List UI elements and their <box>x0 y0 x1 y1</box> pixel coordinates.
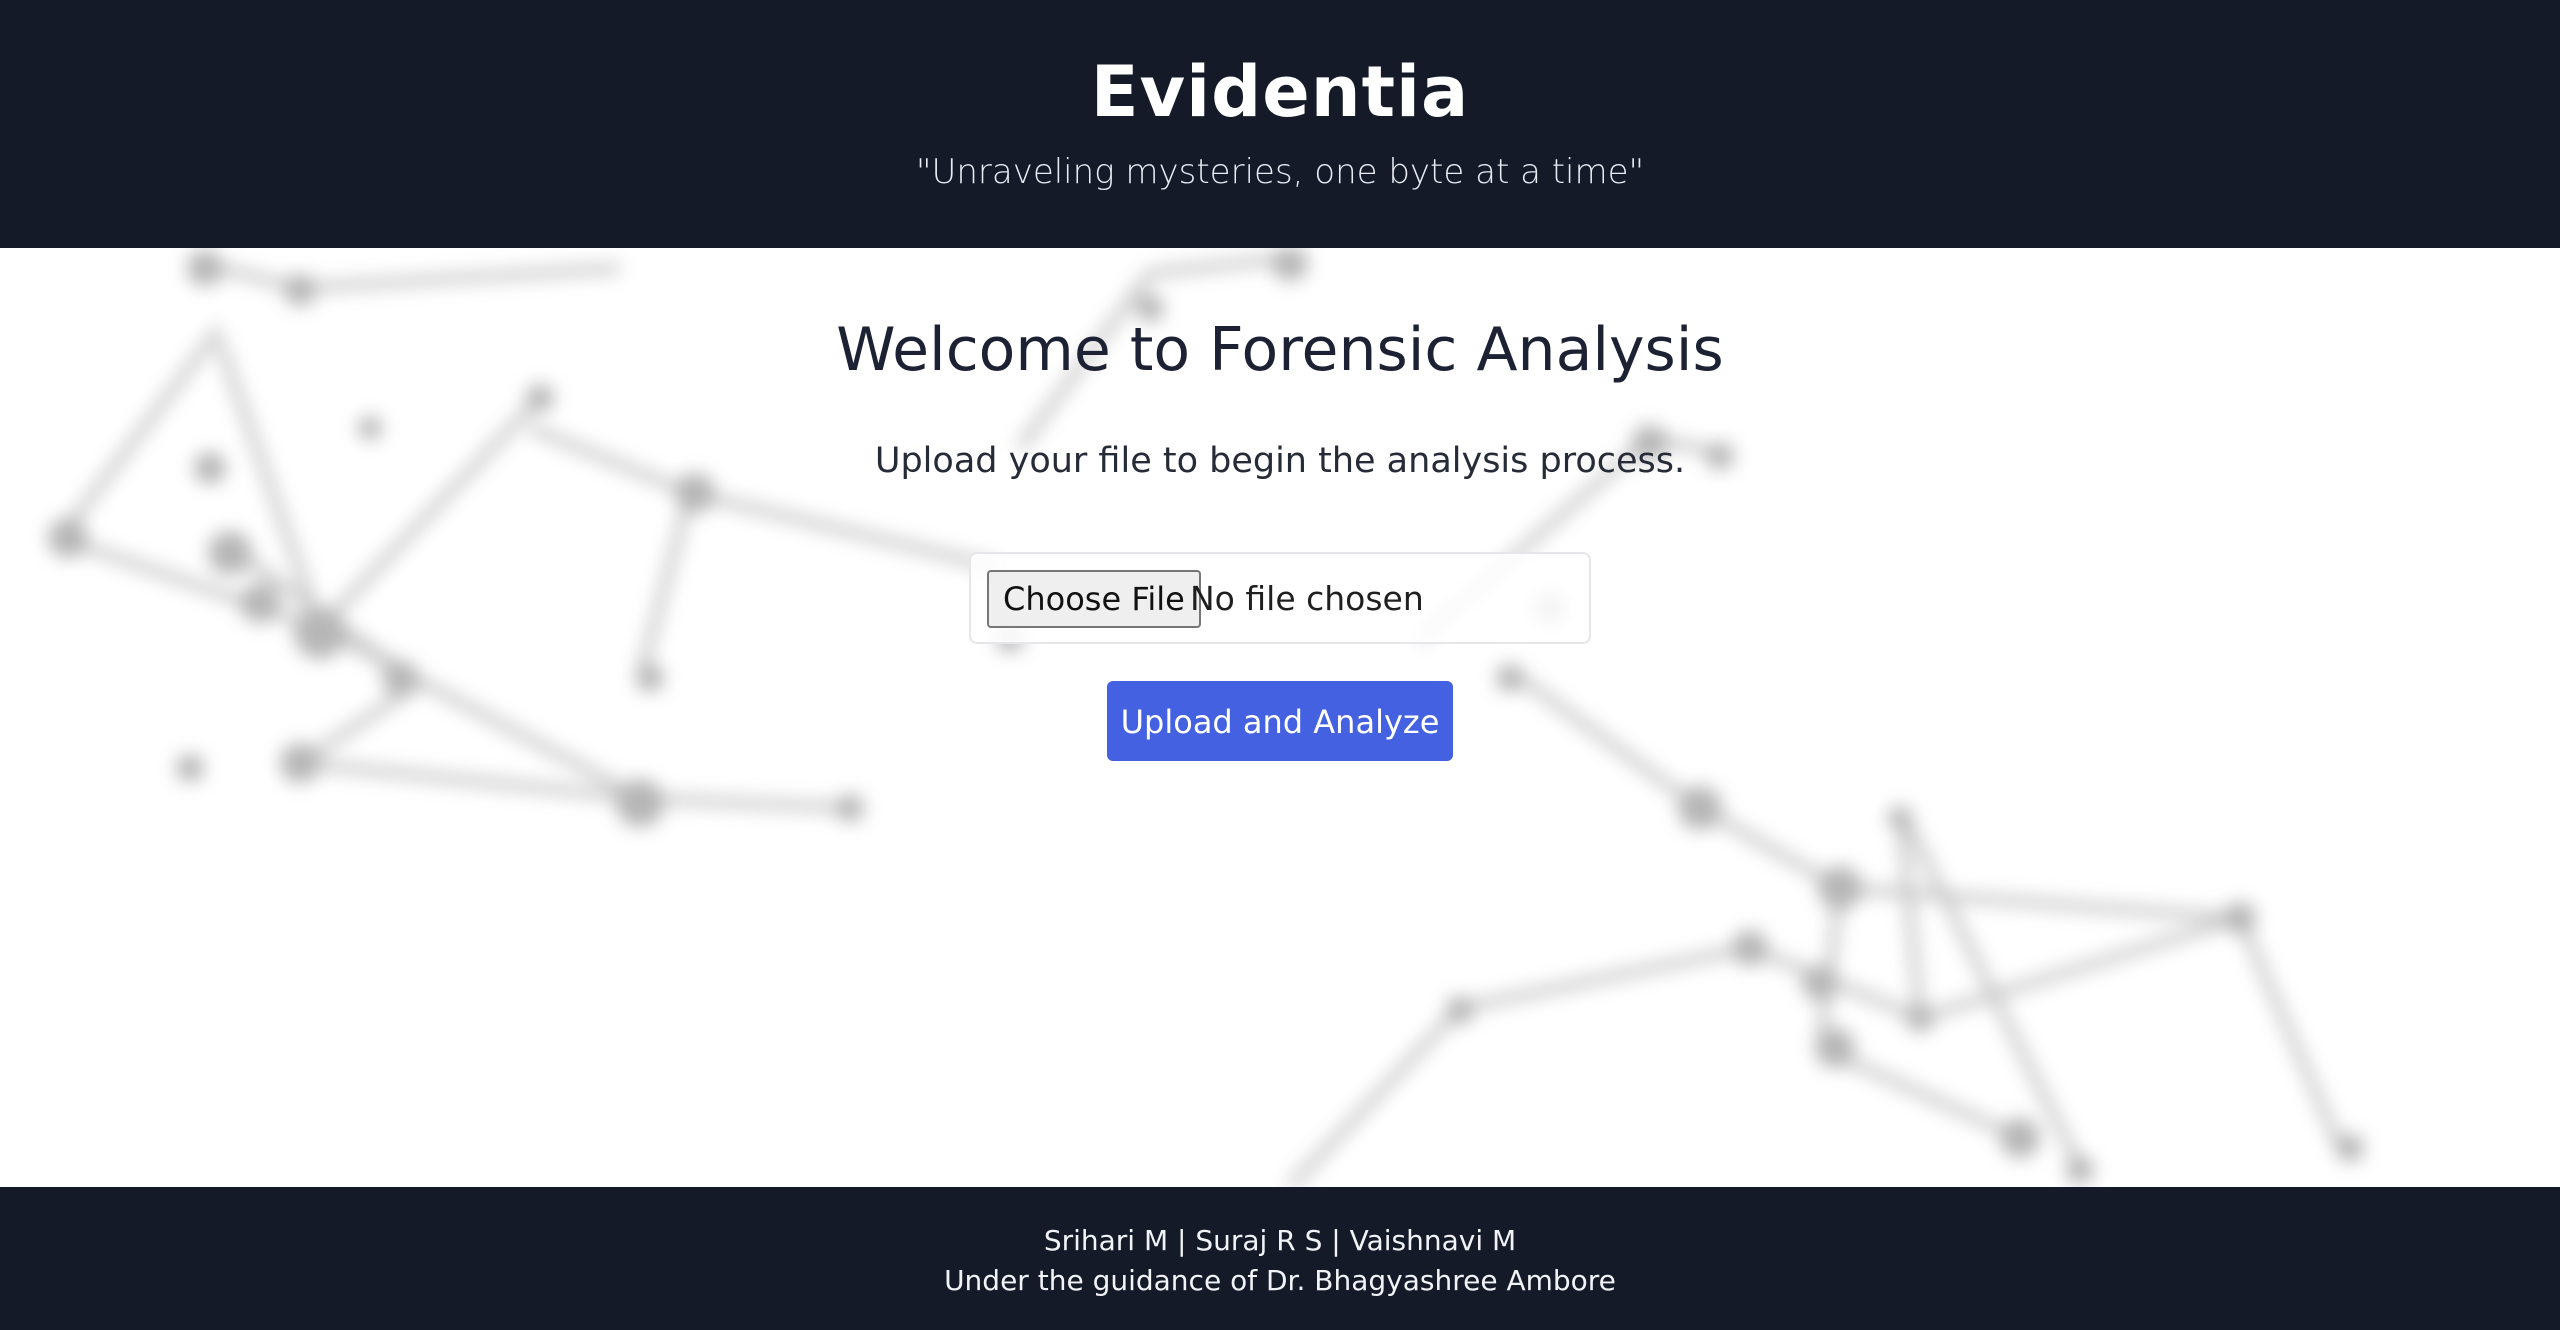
page-title: Welcome to Forensic Analysis <box>836 315 1724 385</box>
tagline: "Unraveling mysteries, one byte at a tim… <box>915 152 1645 192</box>
upload-panel: Welcome to Forensic Analysis Upload your… <box>0 248 2560 1187</box>
authors-text: Srihari M | Suraj R S | Vaishnavi M <box>1043 1224 1517 1257</box>
main-section: Welcome to Forensic Analysis Upload your… <box>0 248 2560 1187</box>
upload-analyze-button[interactable]: Upload and Analyze <box>1107 681 1453 761</box>
site-header: Evidentia "Unraveling mysteries, one byt… <box>0 0 2560 248</box>
page: Evidentia "Unraveling mysteries, one byt… <box>0 0 2560 1330</box>
site-footer: Srihari M | Suraj R S | Vaishnavi M Unde… <box>0 1187 2560 1330</box>
file-status-text: No file chosen <box>1190 579 1424 618</box>
choose-file-button[interactable]: Choose File <box>987 570 1201 628</box>
guidance-text: Under the guidance of Dr. Bhagyashree Am… <box>944 1264 1616 1297</box>
instructions-text: Upload your file to begin the analysis p… <box>874 441 1686 481</box>
brand-title: Evidentia <box>1090 51 1470 133</box>
file-input[interactable]: Choose File No file chosen <box>969 552 1591 644</box>
